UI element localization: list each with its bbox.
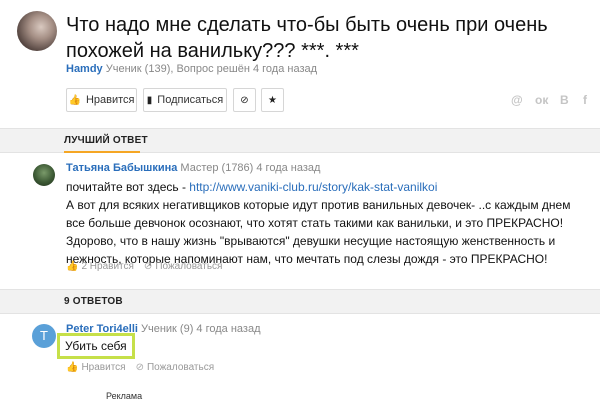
best-answer-author-link[interactable]: Татьяна Бабышкина: [66, 162, 177, 174]
best-answer-text: почитайте вот здесь - http://www.vaniki-…: [66, 178, 586, 268]
share-vk-icon[interactable]: В: [560, 93, 569, 107]
report-icon: ⊘: [143, 261, 153, 272]
best-answer-likes: 2 Нравится: [81, 261, 134, 272]
star-icon: ★: [268, 94, 277, 106]
best-answer-text-body: А вот для всяких негативщиков которые ид…: [66, 198, 571, 266]
block-button[interactable]: ⊘: [233, 88, 256, 112]
best-answer-link[interactable]: http://www.vaniki-club.ru/story/kak-stat…: [189, 180, 437, 194]
answer-author-avatar[interactable]: T: [32, 324, 56, 348]
thumbs-up-icon: 👍: [66, 362, 79, 373]
question-author-link[interactable]: Hamdy: [66, 63, 103, 75]
best-answer-report-label: Пожаловаться: [155, 261, 223, 272]
answers-count-label: 9 ОТВЕТОВ: [64, 296, 123, 307]
answer-actions: 👍 Нравится ⊘ Пожаловаться: [66, 362, 214, 373]
answer-like-button[interactable]: 👍 Нравится: [66, 362, 126, 373]
favorite-button[interactable]: ★: [261, 88, 284, 112]
best-answer-like-button[interactable]: 👍 2 Нравится: [66, 261, 134, 272]
like-button[interactable]: 👍 Нравится: [66, 88, 137, 112]
best-answer-text-prefix: почитайте вот здесь -: [66, 180, 190, 194]
answer-text: Убить себя: [57, 333, 135, 359]
answers-section-header: 9 ОТВЕТОВ: [0, 289, 600, 314]
best-answer-author-avatar[interactable]: [33, 164, 55, 186]
share-mail-icon[interactable]: @: [511, 93, 523, 107]
subscribe-button-label: Подписаться: [157, 94, 224, 106]
answer-report-label: Пожаловаться: [146, 362, 215, 373]
answer-meta-text: Ученик (9) 4 года назад: [141, 323, 261, 335]
answer-like-label: Нравится: [81, 362, 126, 373]
report-icon: ⊘: [135, 362, 144, 373]
best-answer-actions: 👍 2 Нравится ⊘ Пожаловаться: [66, 261, 222, 272]
bookmark-icon: ▮: [146, 94, 153, 106]
question-author-avatar[interactable]: [17, 11, 57, 51]
question-title: Что надо мне сделать что-бы быть очень п…: [66, 14, 548, 62]
subscribe-button[interactable]: ▮ Подписаться: [143, 88, 227, 112]
best-answer-meta: Татьяна Бабышкина Мастер (1786) 4 года н…: [66, 162, 320, 174]
question-meta: Hamdy Ученик (139), Вопрос решён 4 года …: [66, 63, 317, 75]
like-button-label: Нравится: [85, 94, 135, 106]
best-answer-label: ЛУЧШИЙ ОТВЕТ: [64, 135, 148, 146]
best-answer-section-header: ЛУЧШИЙ ОТВЕТ: [0, 128, 600, 153]
thumbs-up-icon: 👍: [66, 261, 79, 272]
thumbs-up-icon: 👍: [68, 94, 81, 106]
question-meta-text: Ученик (139), Вопрос решён 4 года назад: [105, 63, 318, 75]
section-underline: [64, 151, 140, 153]
ad-label: Реклама: [106, 391, 143, 401]
best-answer-report-button[interactable]: ⊘ Пожаловаться: [144, 261, 223, 272]
block-icon: ⊘: [240, 94, 249, 106]
share-ok-icon[interactable]: ок: [535, 93, 548, 107]
answer-report-button[interactable]: ⊘ Пожаловаться: [136, 362, 215, 373]
share-facebook-icon[interactable]: f: [583, 93, 587, 107]
best-answer-meta-text: Мастер (1786) 4 года назад: [180, 162, 321, 174]
